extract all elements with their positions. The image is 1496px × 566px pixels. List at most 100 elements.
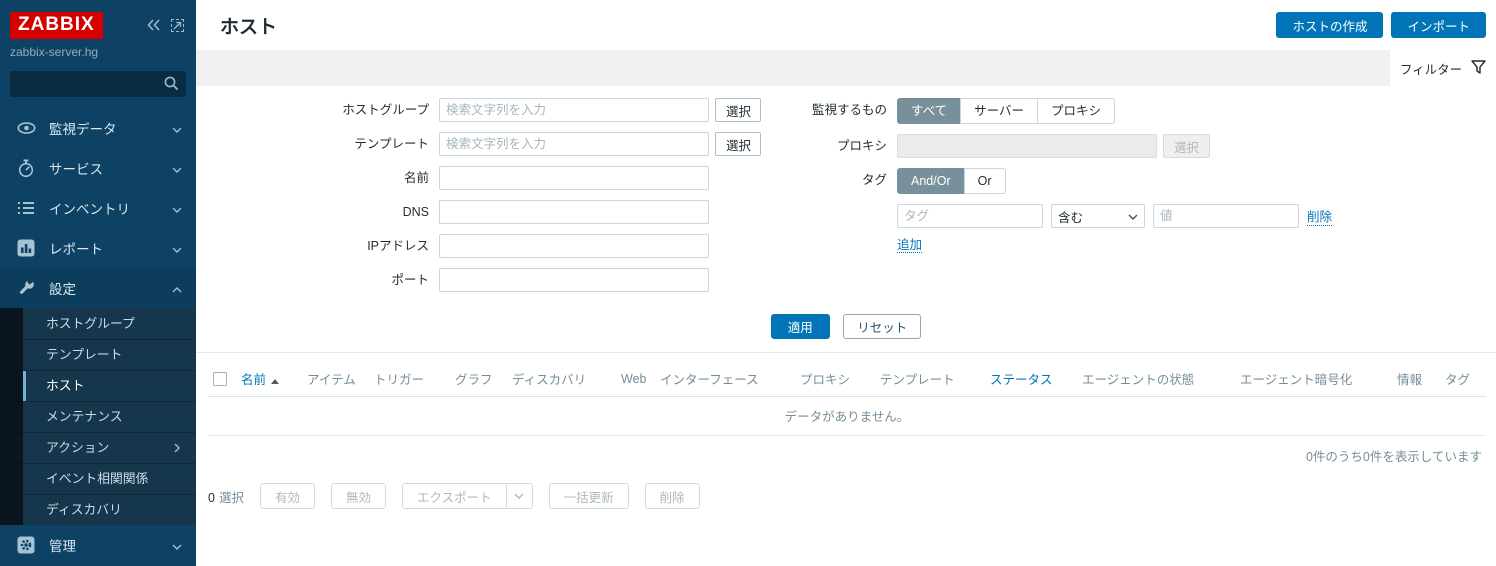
submenu-item-host-groups[interactable]: ホストグループ xyxy=(0,308,196,339)
port-input[interactable] xyxy=(439,268,709,292)
filter-tabbar: フィルター xyxy=(196,50,1496,86)
tag-operator-select[interactable]: 含む xyxy=(1051,204,1145,228)
column-header-name[interactable]: 名前 xyxy=(236,361,302,397)
sidebar-item-monitoring[interactable]: 監視データ xyxy=(0,108,196,148)
submenu-item-actions[interactable]: アクション xyxy=(0,432,196,463)
column-header-web: Web xyxy=(616,361,655,397)
tag-logic-andor[interactable]: And/Or xyxy=(897,168,965,194)
tag-filter-row: 含む 削除 xyxy=(897,204,1333,228)
submenu-item-hosts[interactable]: ホスト xyxy=(0,370,196,401)
sidebar-item-reports[interactable]: レポート xyxy=(0,228,196,268)
compact-view-icon[interactable] xyxy=(171,18,184,32)
create-host-button[interactable]: ホストの作成 xyxy=(1276,12,1384,38)
monitored-by-option-proxy[interactable]: プロキシ xyxy=(1037,98,1116,124)
wrench-icon xyxy=(16,279,36,297)
disable-button[interactable]: 無効 xyxy=(330,483,386,509)
filter-panel: ホストグループ 選択 テンプレート 選択 名前 DNS IPアドレス ポート xyxy=(196,86,1496,292)
proxy-input xyxy=(897,134,1157,158)
chevron-right-icon xyxy=(174,443,180,453)
submenu-item-maintenance[interactable]: メンテナンス xyxy=(0,401,196,432)
delete-button[interactable]: 削除 xyxy=(644,483,700,509)
select-all-checkbox[interactable] xyxy=(213,371,227,386)
column-header-interface: インターフェース xyxy=(655,361,795,397)
filter-tab[interactable]: フィルター xyxy=(1390,50,1496,86)
filter-actions: 適用 リセット xyxy=(196,292,1496,353)
ip-label: IPアドレス xyxy=(367,239,429,253)
sort-asc-icon xyxy=(271,379,280,384)
sidebar-item-label: レポート xyxy=(49,242,103,257)
template-select-button[interactable]: 選択 xyxy=(715,132,761,156)
zabbix-logo[interactable]: ZABBIX xyxy=(10,11,103,39)
monitored-by-label: 監視するもの xyxy=(811,103,887,117)
monitored-by-option-all[interactable]: すべて xyxy=(897,98,962,124)
search-icon[interactable] xyxy=(163,75,180,95)
header-buttons: ホストの作成 インポート xyxy=(1276,12,1486,38)
enable-button[interactable]: 有効 xyxy=(259,483,315,509)
host-group-label: ホストグループ xyxy=(342,103,429,117)
sidebar: ZABBIX zabbix-server.hg 監視データ サービス インベント… xyxy=(0,0,196,566)
host-group-input[interactable] xyxy=(439,98,709,122)
submenu-item-label: イベント相関関係 xyxy=(46,471,149,486)
template-input[interactable] xyxy=(439,132,709,156)
column-header-templates: テンプレート xyxy=(875,361,985,397)
column-header-tags: タグ xyxy=(1440,361,1486,397)
collapse-sidebar-icon[interactable] xyxy=(147,19,161,31)
logo-row: ZABBIX xyxy=(10,10,184,40)
submenu-item-templates[interactable]: テンプレート xyxy=(0,339,196,370)
column-header-proxy: プロキシ xyxy=(795,361,875,397)
tag-value-input[interactable] xyxy=(1153,204,1299,228)
table-header-row: 名前 アイテム トリガー グラフ ディスカバリ Web インターフェース プロキ… xyxy=(208,361,1486,397)
tag-operator-value: 含む xyxy=(1058,210,1084,225)
apply-button[interactable]: 適用 xyxy=(770,314,830,339)
sidebar-item-services[interactable]: サービス xyxy=(0,148,196,188)
column-header-agent-status: エージェントの状態 xyxy=(1077,361,1235,397)
sidebar-item-administration[interactable]: 管理 xyxy=(0,525,196,565)
sidebar-search-input[interactable] xyxy=(10,71,186,97)
column-header-status[interactable]: ステータス xyxy=(985,361,1077,397)
sidebar-item-label: 設定 xyxy=(49,282,76,297)
chevron-down-icon xyxy=(172,201,182,216)
reset-button[interactable]: リセット xyxy=(843,314,922,339)
mass-update-button[interactable]: 一括更新 xyxy=(548,483,629,509)
submenu-item-label: ホストグループ xyxy=(46,315,135,331)
sidebar-search xyxy=(10,71,186,97)
column-header-discovery: ディスカバリ xyxy=(507,361,616,397)
sidebar-controls xyxy=(147,18,184,32)
tag-name-input[interactable] xyxy=(897,204,1043,228)
column-header-info: 情報 xyxy=(1392,361,1440,397)
sidebar-item-configuration[interactable]: 設定 xyxy=(0,268,196,308)
export-button[interactable]: エクスポート xyxy=(402,483,533,509)
no-data-message: データがありません。 xyxy=(208,396,1486,436)
name-label: 名前 xyxy=(403,171,429,185)
dns-input[interactable] xyxy=(439,200,709,224)
sidebar-item-label: サービス xyxy=(49,162,103,177)
proxy-select-button: 選択 xyxy=(1163,134,1211,158)
filter-left-column: ホストグループ 選択 テンプレート 選択 名前 DNS IPアドレス ポート xyxy=(196,98,761,292)
page-title: ホスト xyxy=(220,16,278,38)
tag-logic-or[interactable]: Or xyxy=(963,168,1006,194)
monitored-by-option-server[interactable]: サーバー xyxy=(960,98,1039,124)
gear-icon xyxy=(16,536,36,554)
chevron-down-icon xyxy=(172,538,182,553)
empty-row: データがありません。 xyxy=(208,396,1486,436)
chevron-down-icon xyxy=(172,161,182,176)
name-input[interactable] xyxy=(439,166,709,190)
import-button[interactable]: インポート xyxy=(1391,12,1486,38)
chevron-down-icon xyxy=(505,484,532,508)
host-group-select-button[interactable]: 選択 xyxy=(715,98,761,122)
tag-add-link[interactable]: 追加 xyxy=(897,238,923,253)
column-header-graphs: グラフ xyxy=(450,361,507,397)
proxy-label: プロキシ xyxy=(836,139,887,153)
configuration-submenu: ホストグループ テンプレート ホスト メンテナンス アクション イベント相関関係… xyxy=(0,308,196,525)
submenu-item-label: ディスカバリ xyxy=(46,502,122,517)
chevron-up-icon xyxy=(172,281,182,296)
sidebar-item-inventory[interactable]: インベントリ xyxy=(0,188,196,228)
tags-label: タグ xyxy=(861,173,887,187)
mass-action-bar: 0 選択 有効 無効 エクスポート 一括更新 削除 xyxy=(208,483,1496,509)
ip-input[interactable] xyxy=(439,234,709,258)
stopwatch-icon xyxy=(16,158,36,178)
submenu-item-discovery[interactable]: ディスカバリ xyxy=(0,494,196,525)
tag-remove-link[interactable]: 削除 xyxy=(1307,206,1333,226)
sidebar-nav: 監視データ サービス インベントリ レポート 設定 ホストグループ テンプレート… xyxy=(0,108,196,565)
submenu-item-event-correlation[interactable]: イベント相関関係 xyxy=(0,463,196,494)
